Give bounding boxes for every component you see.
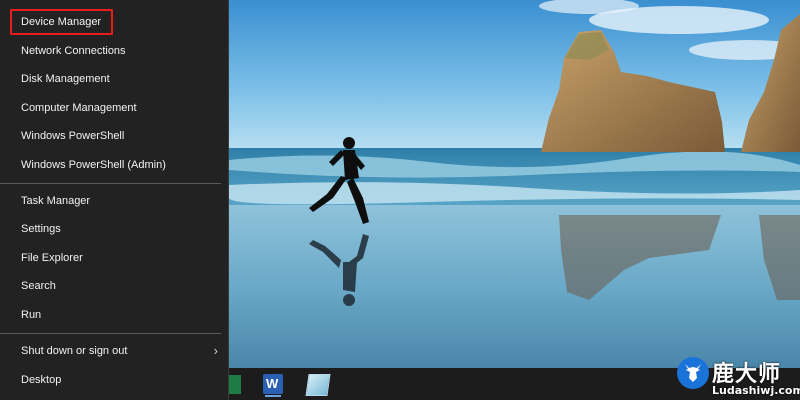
menu-item-search[interactable]: Search xyxy=(0,272,228,300)
menu-item-label: Settings xyxy=(21,223,61,235)
menu-item-label: Desktop xyxy=(21,374,62,386)
menu-item-shut-down[interactable]: Shut down or sign out › xyxy=(0,337,228,365)
menu-item-label: Shut down or sign out xyxy=(21,345,128,357)
menu-item-partial: · xyxy=(21,0,25,3)
word-glyph: W xyxy=(266,376,279,391)
menu-item-label: Run xyxy=(21,309,42,321)
menu-item-label: Computer Management xyxy=(21,102,137,114)
menu-item-desktop[interactable]: Desktop xyxy=(0,366,228,394)
highlight-box xyxy=(10,9,113,35)
menu-item-file-explorer[interactable]: File Explorer xyxy=(0,244,228,272)
menu-item-disk-management[interactable]: Disk Management xyxy=(0,65,228,93)
menu-separator xyxy=(0,333,221,334)
menu-item-label: File Explorer xyxy=(21,252,83,264)
desktop-wallpaper xyxy=(229,0,800,368)
menu-item-task-manager[interactable]: Task Manager xyxy=(0,187,228,215)
menu-item-computer-management[interactable]: Computer Management xyxy=(0,94,228,122)
menu-item-windows-powershell[interactable]: Windows PowerShell xyxy=(0,122,228,150)
menu-item-label: Disk Management xyxy=(21,73,110,85)
chevron-right-icon: › xyxy=(213,343,218,358)
menu-item-label: Windows PowerShell xyxy=(21,130,125,142)
menu-item-label: Search xyxy=(21,280,56,292)
deer-logo-icon xyxy=(677,357,709,389)
menu-separator xyxy=(0,183,221,184)
notepad-icon[interactable] xyxy=(305,374,331,396)
menu-item-label: Windows PowerShell (Admin) xyxy=(21,159,166,171)
power-user-menu: · Device Manager Network Connections Dis… xyxy=(0,0,229,400)
menu-item-label: Task Manager xyxy=(21,195,91,207)
word-icon[interactable]: W xyxy=(263,374,283,397)
menu-item-settings[interactable]: Settings xyxy=(0,215,228,243)
watermark: 鹿大师 Ludashiwj.com xyxy=(672,354,800,400)
menu-item-windows-powershell-admin[interactable]: Windows PowerShell (Admin) xyxy=(0,151,228,179)
menu-item-network-connections[interactable]: Network Connections xyxy=(0,37,228,65)
menu-item-run[interactable]: Run xyxy=(0,301,228,329)
menu-item-label: Network Connections xyxy=(21,45,126,57)
excel-icon[interactable] xyxy=(229,375,241,394)
watermark-url: Ludashiwj.com xyxy=(712,384,800,397)
